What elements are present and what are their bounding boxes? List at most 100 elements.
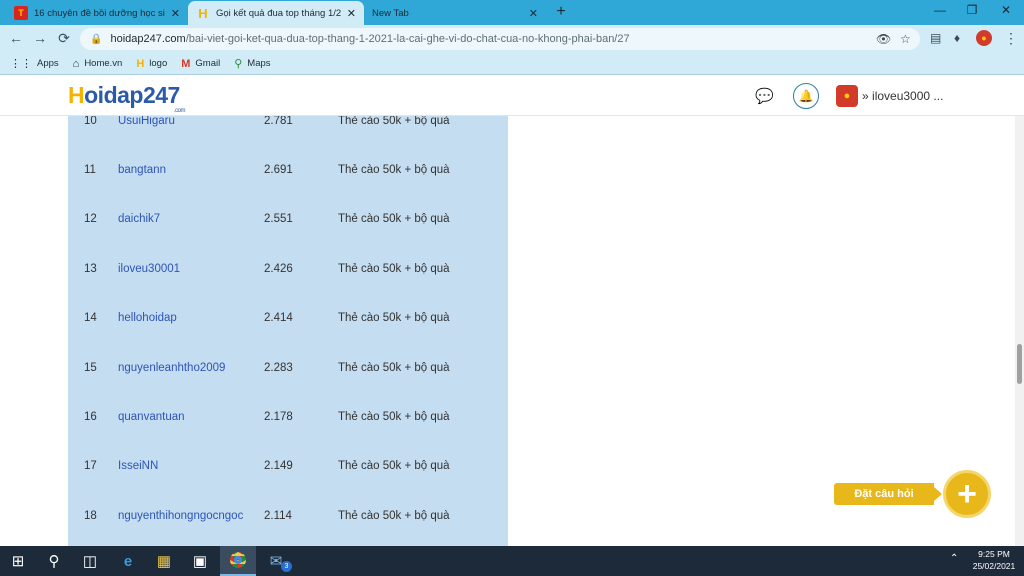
- logo-text: oidap: [84, 82, 143, 108]
- user-menu[interactable]: » iloveu3000 ...: [862, 89, 943, 103]
- rank-cell: 12: [84, 213, 97, 225]
- edge-browser-icon[interactable]: e: [110, 546, 146, 576]
- tab-favicon-icon: H: [198, 5, 208, 21]
- table-row: 14 hellohoidap 2.414 Thẻ cào 50k + bộ qu…: [68, 312, 508, 332]
- user-link[interactable]: nguyenleanhtho2009: [118, 362, 250, 374]
- bookmark-home-vn[interactable]: ⌂ Home.vn: [73, 58, 123, 70]
- back-arrow-icon[interactable]: ←: [8, 30, 24, 46]
- ask-question-button[interactable]: +: [943, 470, 991, 518]
- profile-avatar-icon[interactable]: ●: [976, 30, 992, 46]
- article-content: 10 UsuiHigaru 2.781 Thẻ cào 50k + bộ quà…: [0, 116, 1024, 546]
- table-row: 13 iloveu30001 2.426 Thẻ cào 50k + bộ qu…: [68, 263, 508, 283]
- user-link[interactable]: UsuiHigaru: [118, 116, 250, 127]
- window-close-icon[interactable]: ✕: [998, 3, 1014, 17]
- site-header: Hoidap247 .com 💬 🔔 ● » iloveu3000 ...: [0, 76, 1024, 116]
- user-link[interactable]: IsseiNN: [118, 460, 250, 472]
- task-view-icon[interactable]: ◫: [72, 546, 108, 576]
- chat-icon[interactable]: 💬: [755, 87, 774, 105]
- user-link[interactable]: daichik7: [118, 213, 250, 225]
- chrome-icon[interactable]: [220, 546, 256, 576]
- table-row: 15 nguyenleanhtho2009 2.283 Thẻ cào 50k …: [68, 362, 508, 382]
- rank-cell: 16: [84, 411, 97, 423]
- table-row: 17 IsseiNN 2.149 Thẻ cào 50k + bộ quà: [68, 460, 508, 480]
- notification-bell-icon[interactable]: 🔔: [793, 83, 819, 109]
- rank-cell: 15: [84, 362, 97, 374]
- tab-goi-ket-qua[interactable]: H Gọi kết quả đua top tháng 1/202 ✕: [188, 1, 364, 25]
- table-row: 11 bangtann 2.691 Thẻ cào 50k + bộ quà: [68, 164, 508, 184]
- table-row: 18 nguyenthihongngocngoc 2.114 Thẻ cào 5…: [68, 510, 508, 530]
- points-cell: 2.781: [264, 116, 293, 127]
- address-path: /bai-viet-goi-ket-qua-dua-top-thang-1-20…: [185, 33, 630, 45]
- points-cell: 2.551: [264, 213, 293, 225]
- points-cell: 2.691: [264, 164, 293, 176]
- apps-grid-icon: ⋮⋮: [10, 58, 32, 70]
- scrollbar-thumb[interactable]: [1017, 344, 1022, 384]
- bookmark-maps[interactable]: ⚲ Maps: [234, 57, 270, 70]
- user-link[interactable]: iloveu30001: [118, 263, 250, 275]
- prize-cell: Thẻ cào 50k + bộ quà: [338, 213, 450, 225]
- prize-cell: Thẻ cào 50k + bộ quà: [338, 460, 450, 472]
- tab-title: New Tab: [372, 7, 409, 19]
- rank-cell: 11: [84, 164, 96, 176]
- table-row: 16 quanvantuan 2.178 Thẻ cào 50k + bộ qu…: [68, 411, 508, 431]
- logo-number: 247: [142, 82, 180, 108]
- tab-close-icon[interactable]: ✕: [529, 7, 538, 20]
- chevron-icon: »: [862, 89, 869, 103]
- points-cell: 2.178: [264, 411, 293, 423]
- eye-slash-icon[interactable]: 👁: [876, 32, 891, 46]
- prize-cell: Thẻ cào 50k + bộ quà: [338, 411, 450, 423]
- gmail-icon: M: [181, 57, 191, 70]
- rank-cell: 10: [84, 116, 97, 127]
- bookmarks-bar: ⋮⋮ Apps ⌂ Home.vn H logo M Gmail ⚲ Maps: [0, 53, 1024, 75]
- extension-calendar-icon[interactable]: ▤: [930, 31, 941, 45]
- windows-start-icon[interactable]: ⊞: [0, 546, 36, 576]
- bookmark-label: logo: [149, 58, 168, 69]
- user-link[interactable]: bangtann: [118, 164, 250, 176]
- tab-favicon-icon: T: [14, 6, 28, 20]
- prize-cell: Thẻ cào 50k + bộ quà: [338, 263, 450, 275]
- tray-chevron-icon[interactable]: ⌃: [950, 553, 958, 564]
- bookmark-star-icon[interactable]: ☆: [900, 32, 911, 46]
- tab-chuyen-de[interactable]: T 16 chuyên đề bồi dưỡng học sinh ✕: [6, 1, 188, 25]
- table-row: 12 daichik7 2.551 Thẻ cào 50k + bộ quà: [68, 213, 508, 233]
- tab-close-icon[interactable]: ✕: [347, 7, 356, 20]
- user-link[interactable]: nguyenthihongngocngoc: [118, 510, 250, 522]
- store-icon[interactable]: ▣: [182, 546, 218, 576]
- points-cell: 2.426: [264, 263, 293, 275]
- bookmark-logo[interactable]: H logo: [136, 58, 167, 70]
- user-avatar[interactable]: ●: [836, 85, 858, 107]
- extensions-puzzle-icon[interactable]: ♦: [954, 31, 960, 45]
- address-bar[interactable]: 🔒 hoidap247.com /bai-viet-goi-ket-qua-du…: [80, 28, 920, 50]
- new-tab-button[interactable]: +: [552, 3, 570, 21]
- bookmark-apps[interactable]: ⋮⋮ Apps: [10, 57, 59, 70]
- minimize-icon[interactable]: —: [932, 3, 948, 17]
- user-link[interactable]: hellohoidap: [118, 312, 250, 324]
- maximize-icon[interactable]: ❐: [964, 3, 980, 17]
- rank-cell: 14: [84, 312, 97, 324]
- reload-icon[interactable]: ⟳: [56, 30, 72, 47]
- tab-new-tab[interactable]: New Tab ✕: [364, 1, 546, 25]
- file-explorer-icon[interactable]: ▦: [146, 546, 182, 576]
- logo-suffix: .com: [174, 108, 186, 114]
- user-link[interactable]: quanvantuan: [118, 411, 250, 423]
- tab-title: Gọi kết quả đua top tháng 1/202: [216, 7, 341, 19]
- bookmark-gmail[interactable]: M Gmail: [181, 58, 220, 70]
- clock-time: 9:25 PM: [978, 549, 1010, 559]
- forward-arrow-icon[interactable]: →: [32, 30, 48, 46]
- ask-question-label[interactable]: Đặt câu hỏi: [834, 483, 934, 505]
- lock-icon: 🔒: [90, 33, 103, 45]
- browser-menu-icon[interactable]: ⋮: [1004, 30, 1018, 47]
- search-icon[interactable]: ⚲: [36, 546, 72, 576]
- points-cell: 2.283: [264, 362, 293, 374]
- logo-first-letter: H: [68, 82, 85, 108]
- points-cell: 2.414: [264, 312, 293, 324]
- prize-cell: Thẻ cào 50k + bộ quà: [338, 116, 450, 127]
- page-scrollbar[interactable]: [1015, 116, 1024, 546]
- prize-cell: Thẻ cào 50k + bộ quà: [338, 510, 450, 522]
- plus-icon: +: [957, 475, 977, 513]
- site-logo[interactable]: Hoidap247 .com: [68, 82, 186, 114]
- windows-taskbar: ⊞ ⚲ ◫ e ▦ ▣ ✉: [0, 546, 1024, 576]
- taskbar-clock[interactable]: 9:25 PM 25/02/2021: [970, 548, 1018, 572]
- bookmark-label: Gmail: [195, 58, 221, 69]
- tab-close-icon[interactable]: ✕: [171, 7, 180, 20]
